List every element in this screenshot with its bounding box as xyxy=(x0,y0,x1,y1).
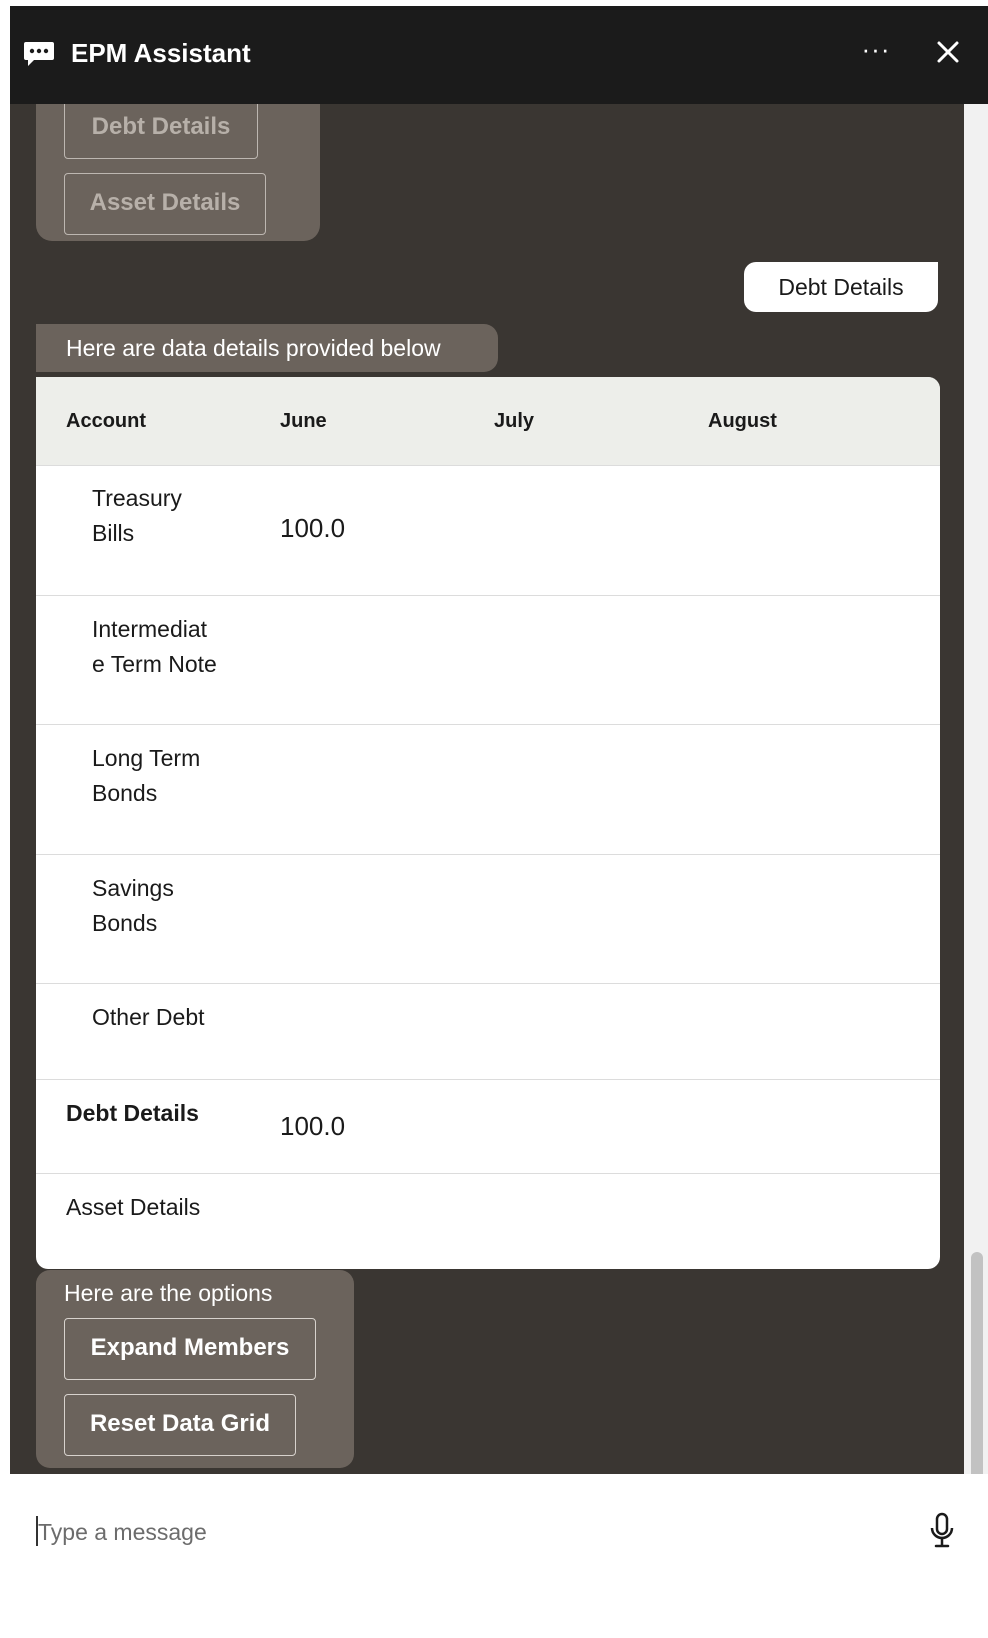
expand-members-button[interactable]: Expand Members xyxy=(64,1318,316,1380)
column-header-account: Account xyxy=(66,410,146,432)
message-input[interactable] xyxy=(38,1514,858,1550)
previous-options-bubble: Debt Details Asset Details xyxy=(36,104,320,241)
chat-title: EPM Assistant xyxy=(71,38,251,68)
user-message: Debt Details xyxy=(744,262,938,312)
table-row-total: Debt Details 100.0 xyxy=(36,1079,940,1173)
chat-header: EPM Assistant ··· xyxy=(10,6,988,104)
june-value-cell: 100.0 xyxy=(280,1111,346,1141)
message-composer xyxy=(10,1474,988,1638)
conversation-area: Debt Details Asset Details Debt Details … xyxy=(10,104,988,1546)
account-name-line: e Term Note xyxy=(92,651,217,677)
account-name-line: Long Term xyxy=(92,745,201,771)
account-cell: Intermediat e Term Note xyxy=(92,612,217,682)
account-cell: Long Term Bonds xyxy=(92,741,200,811)
options-lead-text: Here are the options xyxy=(64,1280,273,1306)
microphone-icon[interactable] xyxy=(928,1512,956,1550)
bot-message: Here are data details provided below xyxy=(36,324,498,372)
option-asset-details-button[interactable]: Asset Details xyxy=(64,173,266,235)
account-name-line: Bonds xyxy=(92,780,158,806)
june-value-cell: 100.0 xyxy=(280,513,346,543)
option-debt-details-button[interactable]: Debt Details xyxy=(64,104,258,159)
table-header-row: Account June July August xyxy=(36,377,940,465)
account-cell: Treasury Bills xyxy=(92,481,182,551)
account-cell: Asset Details xyxy=(66,1194,201,1220)
account-name-line: Intermediat xyxy=(92,616,208,642)
reset-data-grid-button[interactable]: Reset Data Grid xyxy=(64,1394,296,1456)
account-cell: Savings Bonds xyxy=(92,871,174,941)
table-row: Long Term Bonds xyxy=(36,724,940,854)
account-name-line: Treasury xyxy=(92,485,182,511)
data-grid: Account June July August Treasury Bills … xyxy=(36,377,940,1269)
table-row: Savings Bonds xyxy=(36,854,940,983)
column-header-june: June xyxy=(280,410,327,432)
table-row: Treasury Bills 100.0 xyxy=(36,465,940,595)
account-name-line: Bills xyxy=(92,520,135,546)
more-options-button[interactable]: ··· xyxy=(856,34,896,70)
column-header-july: July xyxy=(494,410,535,432)
account-cell: Debt Details xyxy=(66,1100,199,1126)
account-name-line: Savings xyxy=(92,875,174,901)
chat-bubble-icon xyxy=(24,42,54,66)
account-name-line: Bonds xyxy=(92,910,158,936)
table-row: Asset Details xyxy=(36,1173,940,1269)
table-row: Other Debt xyxy=(36,983,940,1079)
close-icon[interactable] xyxy=(928,32,968,72)
table-row: Intermediat e Term Note xyxy=(36,595,940,724)
column-header-august: August xyxy=(708,410,777,432)
account-cell: Other Debt xyxy=(92,1004,205,1030)
chat-window: EPM Assistant ··· Debt Details Asset Det… xyxy=(10,6,988,1638)
options-bubble: Here are the options Expand Members Rese… xyxy=(36,1270,354,1468)
